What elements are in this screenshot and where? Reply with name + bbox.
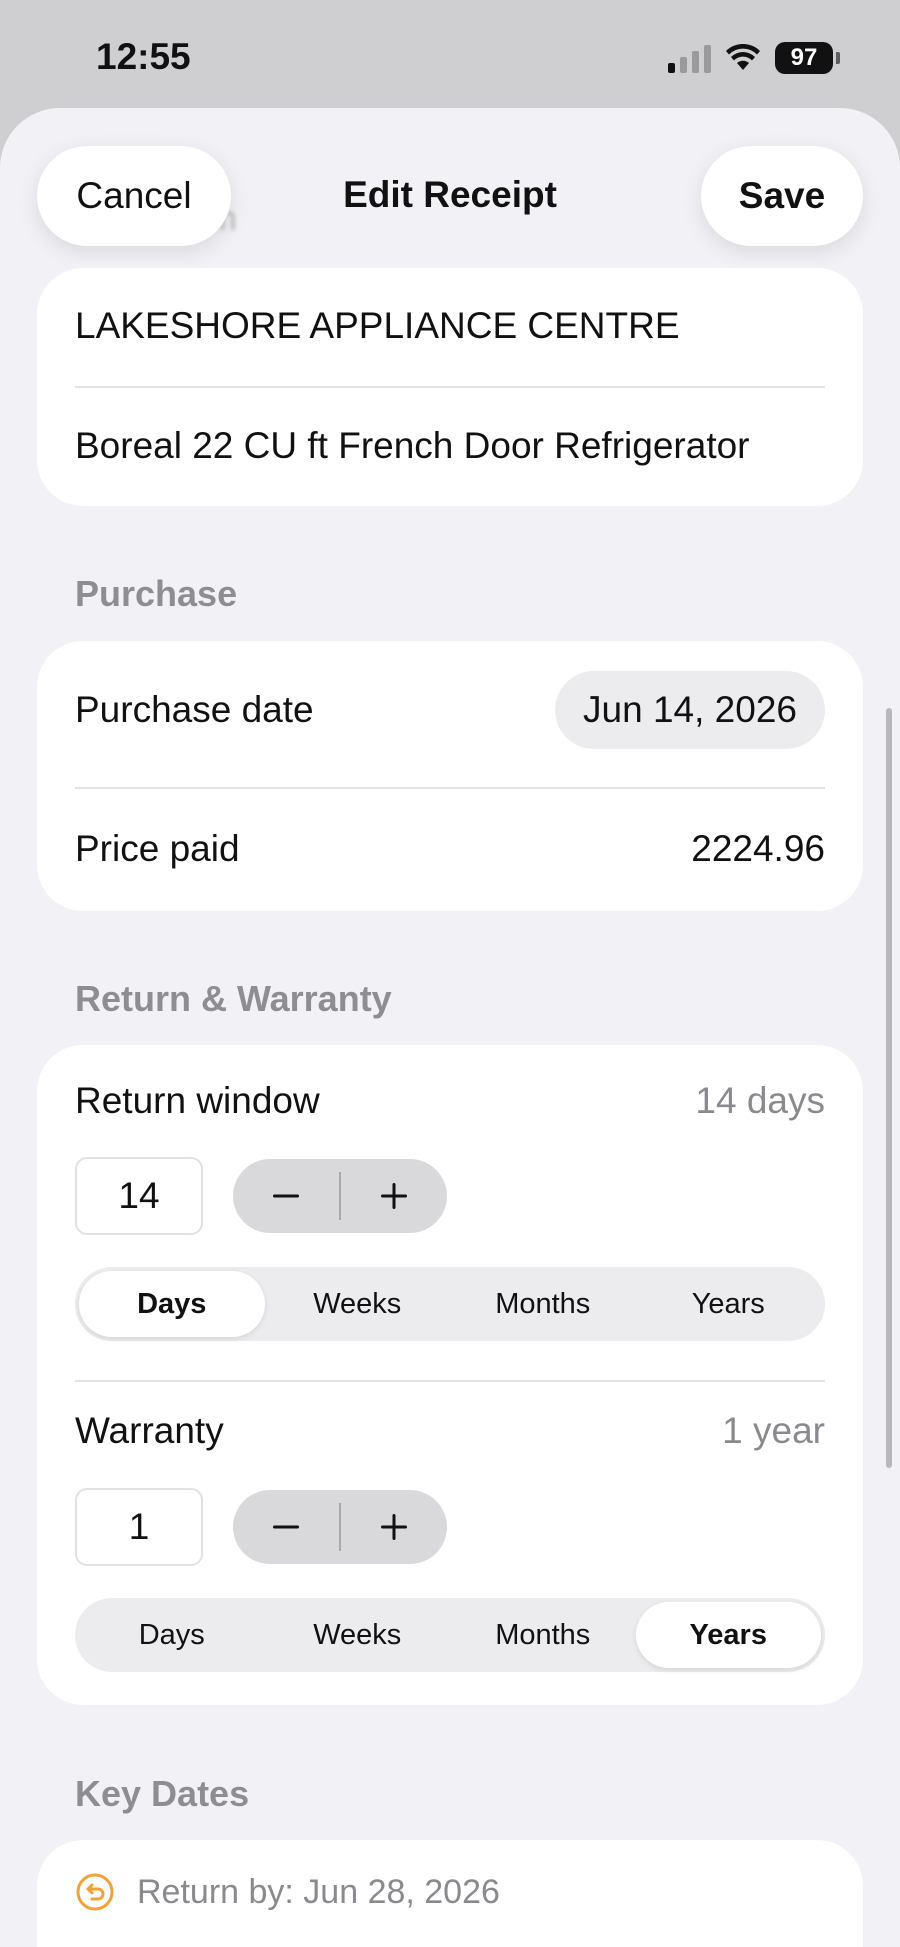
- return-window-label: Return window: [75, 1080, 320, 1121]
- segment-weeks[interactable]: Weeks: [265, 1602, 451, 1668]
- plus-icon: [381, 1183, 407, 1209]
- battery-level: 97: [775, 42, 833, 74]
- section-label-key-dates: Key Dates: [75, 1773, 250, 1814]
- store-field[interactable]: LAKESHORE APPLIANCE CENTRE: [75, 296, 825, 356]
- return-window-amount-field[interactable]: 14: [75, 1157, 203, 1235]
- warranty-amount-field[interactable]: 1: [75, 1488, 203, 1566]
- increment-button[interactable]: [341, 1181, 447, 1211]
- segment-days[interactable]: Days: [79, 1602, 265, 1668]
- product-field[interactable]: Boreal 22 CU ft French Door Refrigerator: [75, 416, 825, 476]
- warranty-summary: 1 year: [722, 1410, 825, 1451]
- warranty-stepper: [233, 1490, 447, 1564]
- segment-years[interactable]: Years: [635, 1602, 821, 1668]
- decrement-button[interactable]: [233, 1512, 339, 1542]
- segment-days[interactable]: Days: [79, 1271, 265, 1337]
- purchase-date-label: Purchase date: [75, 689, 314, 730]
- return-window-summary: 14 days: [695, 1080, 825, 1121]
- purchase-card: Purchase date Jun 14, 2026 Price paid 22…: [37, 641, 863, 911]
- warranty-row: Warranty 1 year: [75, 1401, 825, 1461]
- item-card: LAKESHORE APPLIANCE CENTRE Boreal 22 CU …: [37, 268, 863, 506]
- return-by-row: Return by: Jun 28, 2026: [75, 1862, 825, 1922]
- divider: [75, 787, 825, 789]
- return-window-unit-control: Days Weeks Months Years: [75, 1267, 825, 1341]
- decrement-button[interactable]: [233, 1181, 339, 1211]
- key-dates-card: Return by: Jun 28, 2026: [37, 1840, 863, 1947]
- purchase-date-picker[interactable]: Jun 14, 2026: [555, 671, 825, 749]
- return-window-row: Return window 14 days: [75, 1071, 825, 1131]
- section-label-purchase: Purchase: [75, 573, 238, 614]
- price-label: Price paid: [75, 828, 240, 869]
- return-warranty-card: Return window 14 days 14 Days Weeks Mont…: [37, 1045, 863, 1705]
- battery-icon: 97: [775, 42, 840, 74]
- segment-months[interactable]: Months: [450, 1271, 636, 1337]
- edit-receipt-sheet: tem Cancel Edit Receipt Save LAKESHORE A…: [0, 108, 900, 1947]
- segment-weeks[interactable]: Weeks: [265, 1271, 451, 1337]
- divider: [75, 386, 825, 388]
- save-button[interactable]: Save: [701, 146, 863, 246]
- return-arrow-icon: [76, 1873, 114, 1911]
- price-row: Price paid 2224.96: [75, 819, 825, 879]
- minus-icon: [273, 1194, 299, 1198]
- warranty-unit-control: Days Weeks Months Years: [75, 1598, 825, 1672]
- return-window-stepper: [233, 1159, 447, 1233]
- cellular-signal-icon: [668, 43, 711, 73]
- status-icons: 97: [668, 42, 840, 74]
- segment-years[interactable]: Years: [636, 1271, 822, 1337]
- status-bar: 12:55 97: [0, 0, 900, 110]
- divider: [75, 1380, 825, 1382]
- minus-icon: [273, 1525, 299, 1529]
- purchase-date-row: Purchase date Jun 14, 2026: [75, 671, 825, 749]
- store-name: LAKESHORE APPLIANCE CENTRE: [75, 305, 680, 346]
- product-name: Boreal 22 CU ft French Door Refrigerator: [75, 425, 750, 466]
- plus-icon: [381, 1514, 407, 1540]
- nav-bar: tem Cancel Edit Receipt Save: [0, 108, 900, 288]
- section-label-return-warranty: Return & Warranty: [75, 978, 392, 1019]
- segment-months[interactable]: Months: [450, 1602, 636, 1668]
- increment-button[interactable]: [341, 1512, 447, 1542]
- scroll-indicator[interactable]: [886, 708, 892, 1468]
- wifi-icon: [725, 44, 761, 72]
- warranty-label: Warranty: [75, 1410, 224, 1451]
- price-input[interactable]: 2224.96: [691, 828, 825, 870]
- status-time: 12:55: [96, 36, 191, 77]
- return-by-date: Return by: Jun 28, 2026: [137, 1872, 500, 1911]
